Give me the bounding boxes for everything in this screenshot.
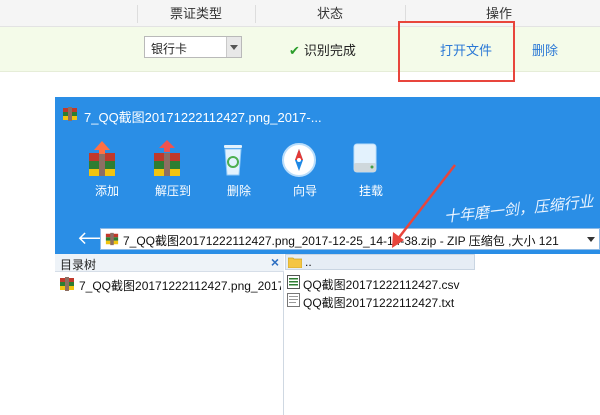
screen: 票证类型 状态 操作 银行卡 ✔ 识别完成 打开文件 删除 7_QQ截图20171… — [0, 0, 600, 415]
annotation-arrow — [392, 164, 456, 248]
